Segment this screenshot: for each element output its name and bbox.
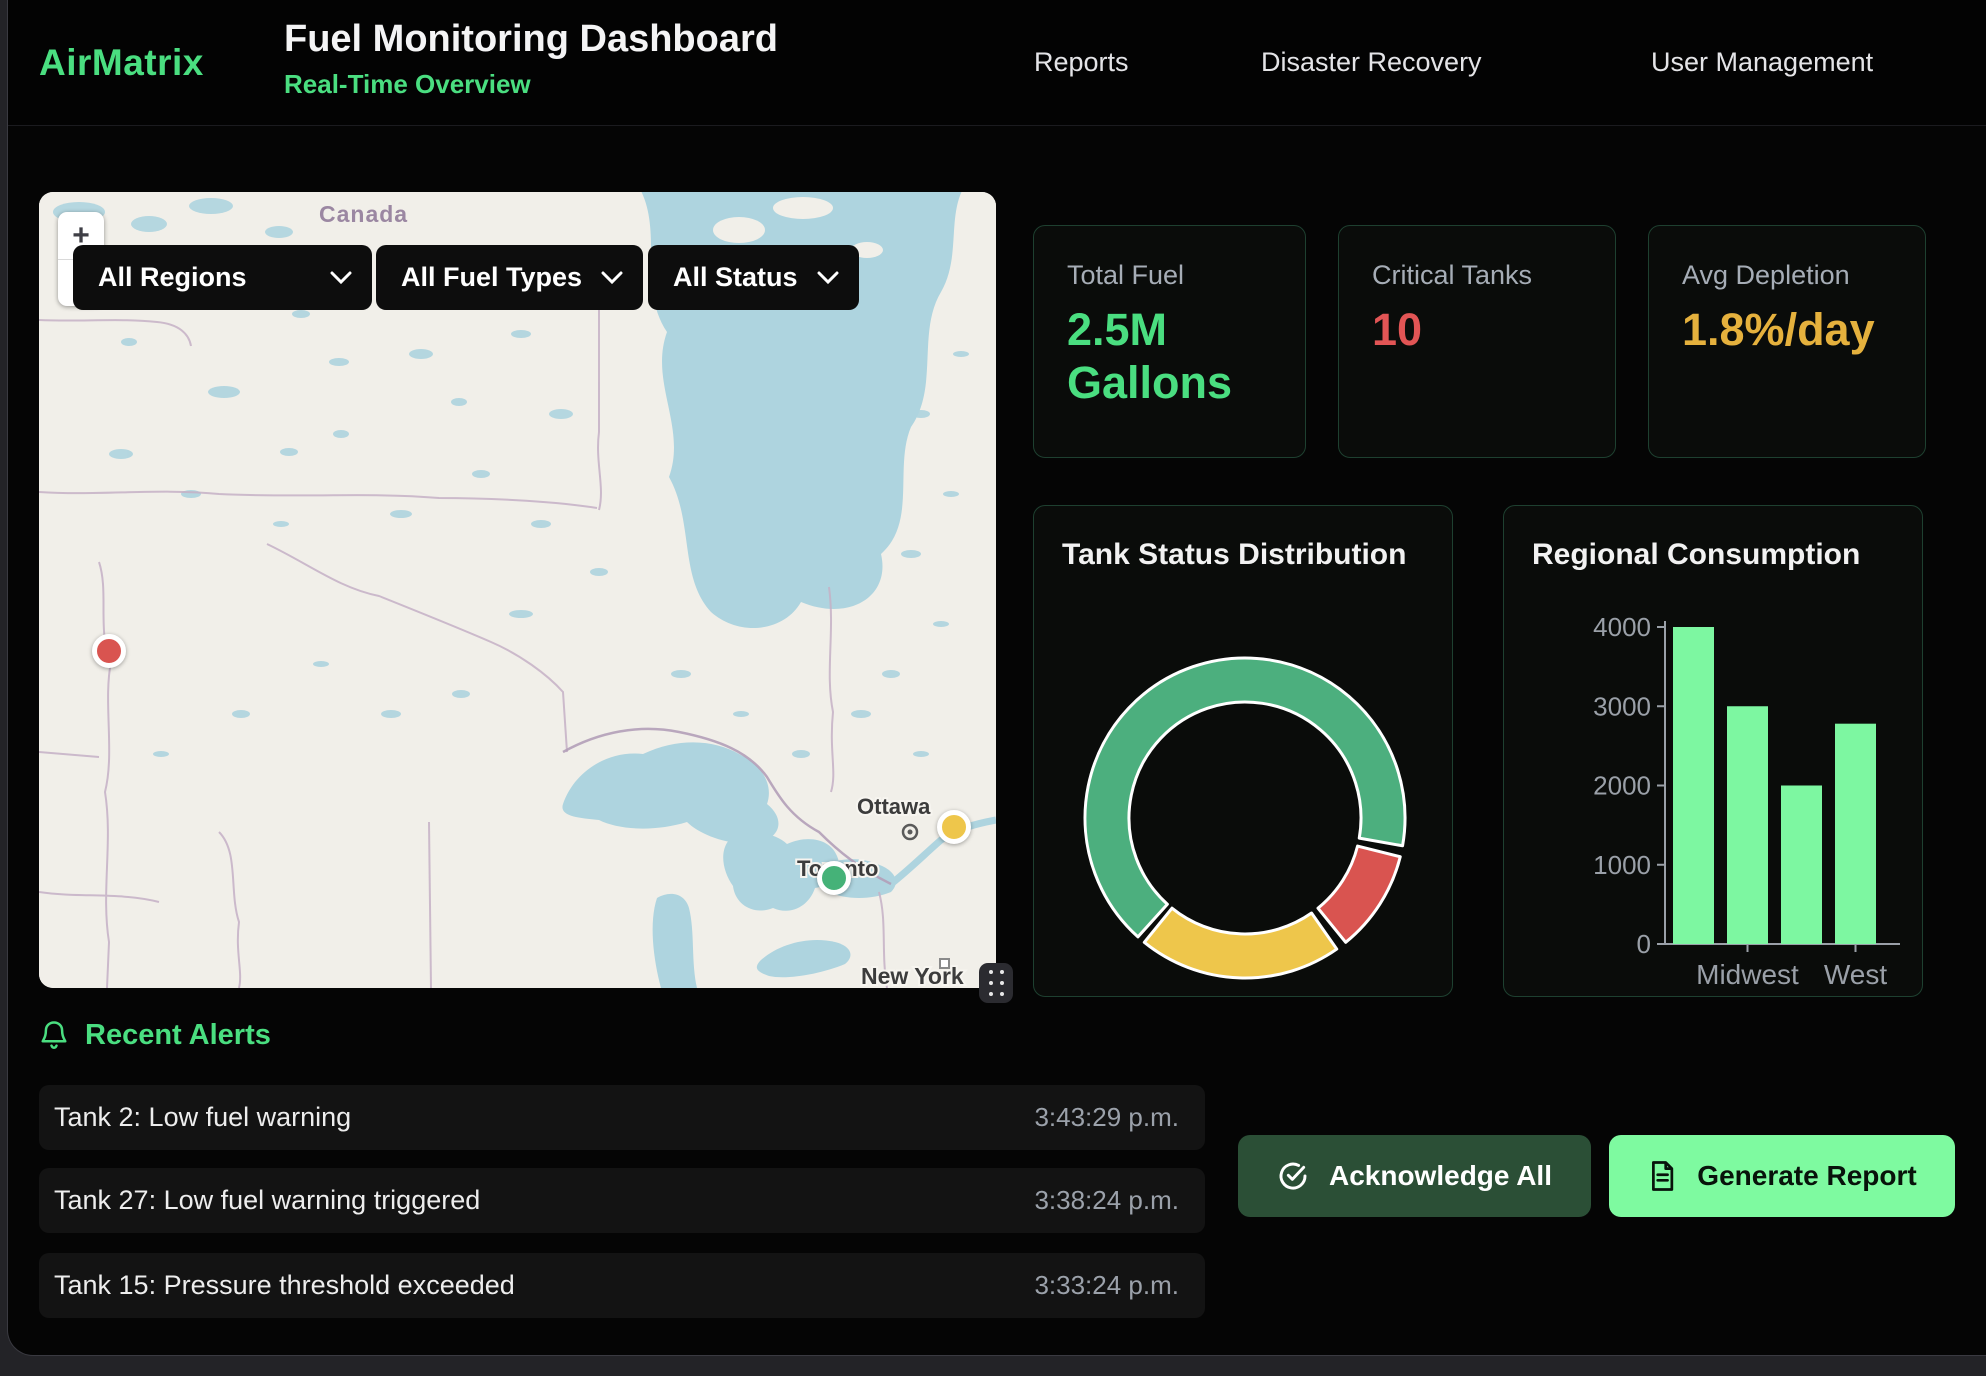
tank-status-chart-card: Tank Status Distribution xyxy=(1033,505,1453,997)
nav-user-management[interactable]: User Management xyxy=(1651,0,1873,125)
acknowledge-all-label: Acknowledge All xyxy=(1329,1160,1552,1192)
region-filter-value: All Regions xyxy=(98,262,247,293)
app-logo: AirMatrix xyxy=(39,0,204,125)
map-canvas: Canada Toronto Ottawa New York xyxy=(39,192,996,988)
stat-card-critical-tanks: Critical Tanks 10 xyxy=(1338,225,1616,458)
document-icon xyxy=(1647,1160,1677,1192)
svg-text:West: West xyxy=(1824,959,1887,990)
alert-text: Tank 27: Low fuel warning triggered xyxy=(54,1185,480,1216)
bar-region-3 xyxy=(1835,724,1876,944)
regional-consumption-chart-card: Regional Consumption 01000200030004000Mi… xyxy=(1503,505,1923,997)
recent-alerts-title: Recent Alerts xyxy=(85,1019,271,1052)
status-filter-value: All Status xyxy=(673,262,798,293)
bar-region-0 xyxy=(1673,627,1714,944)
donut-segment-critical xyxy=(1318,846,1400,942)
alert-row: Tank 15: Pressure threshold exceeded 3:3… xyxy=(39,1253,1205,1318)
tank-marker-critical[interactable] xyxy=(92,634,126,668)
map-label-ottawa: Ottawa xyxy=(857,794,931,819)
svg-text:1000: 1000 xyxy=(1593,850,1651,880)
tank-status-donut-chart xyxy=(1034,506,1454,998)
alert-time: 3:38:24 p.m. xyxy=(1034,1185,1179,1216)
svg-text:Midwest: Midwest xyxy=(1696,959,1799,990)
stat-value: 1.8%/day xyxy=(1682,303,1882,356)
svg-text:2000: 2000 xyxy=(1593,771,1651,801)
chevron-down-icon xyxy=(817,271,839,285)
tank-marker-warning[interactable] xyxy=(937,810,971,844)
generate-report-label: Generate Report xyxy=(1697,1160,1916,1192)
alert-row: Tank 2: Low fuel warning 3:43:29 p.m. xyxy=(39,1085,1205,1150)
svg-text:3000: 3000 xyxy=(1593,691,1651,721)
nav-disaster-recovery[interactable]: Disaster Recovery xyxy=(1261,0,1482,125)
page-subtitle: Real-Time Overview xyxy=(284,69,778,100)
tank-marker-normal[interactable] xyxy=(817,861,851,895)
stat-label: Critical Tanks xyxy=(1372,260,1615,291)
stat-value: 10 xyxy=(1372,303,1572,356)
acknowledge-all-button[interactable]: Acknowledge All xyxy=(1238,1135,1591,1217)
bar-region-1 xyxy=(1727,706,1768,944)
fuel-type-filter-value: All Fuel Types xyxy=(401,262,582,293)
bar-region-2 xyxy=(1781,786,1822,945)
check-circle-icon xyxy=(1277,1160,1309,1192)
fuel-type-filter-dropdown[interactable]: All Fuel Types xyxy=(376,245,643,310)
svg-text:0: 0 xyxy=(1637,929,1651,959)
status-filter-dropdown[interactable]: All Status xyxy=(648,245,859,310)
stat-card-total-fuel: Total Fuel 2.5M Gallons xyxy=(1033,225,1306,458)
fuel-map[interactable]: Canada Toronto Ottawa New York + − All R… xyxy=(39,192,996,988)
stat-label: Total Fuel xyxy=(1067,260,1305,291)
bell-icon xyxy=(39,1018,69,1052)
chevron-down-icon xyxy=(601,271,623,285)
alert-text: Tank 2: Low fuel warning xyxy=(54,1102,351,1133)
map-resize-handle[interactable] xyxy=(979,963,1013,1003)
stat-value: 2.5M Gallons xyxy=(1067,303,1267,409)
alert-text: Tank 15: Pressure threshold exceeded xyxy=(54,1270,515,1301)
generate-report-button[interactable]: Generate Report xyxy=(1609,1135,1955,1217)
top-bar: AirMatrix Fuel Monitoring Dashboard Real… xyxy=(8,0,1986,126)
svg-text:4000: 4000 xyxy=(1593,612,1651,642)
region-filter-dropdown[interactable]: All Regions xyxy=(73,245,372,310)
nav-reports[interactable]: Reports xyxy=(1034,0,1129,125)
recent-alerts-header: Recent Alerts xyxy=(39,1018,271,1052)
stat-label: Avg Depletion xyxy=(1682,260,1925,291)
alert-row: Tank 27: Low fuel warning triggered 3:38… xyxy=(39,1168,1205,1233)
dashboard-app: AirMatrix Fuel Monitoring Dashboard Real… xyxy=(7,0,1986,1356)
chevron-down-icon xyxy=(330,271,352,285)
page-title-block: Fuel Monitoring Dashboard Real-Time Over… xyxy=(284,18,778,100)
regional-consumption-bar-chart: 0 1000 2000 3000 4000 Midwest West xyxy=(1504,506,1924,998)
stat-card-avg-depletion: Avg Depletion 1.8%/day xyxy=(1648,225,1926,458)
donut-segment-warning xyxy=(1144,908,1336,978)
alert-time: 3:43:29 p.m. xyxy=(1034,1102,1179,1133)
page-title: Fuel Monitoring Dashboard xyxy=(284,18,778,61)
map-label-new-york: New York xyxy=(861,963,964,988)
alert-time: 3:33:24 p.m. xyxy=(1034,1270,1179,1301)
map-label-canada: Canada xyxy=(319,201,408,227)
